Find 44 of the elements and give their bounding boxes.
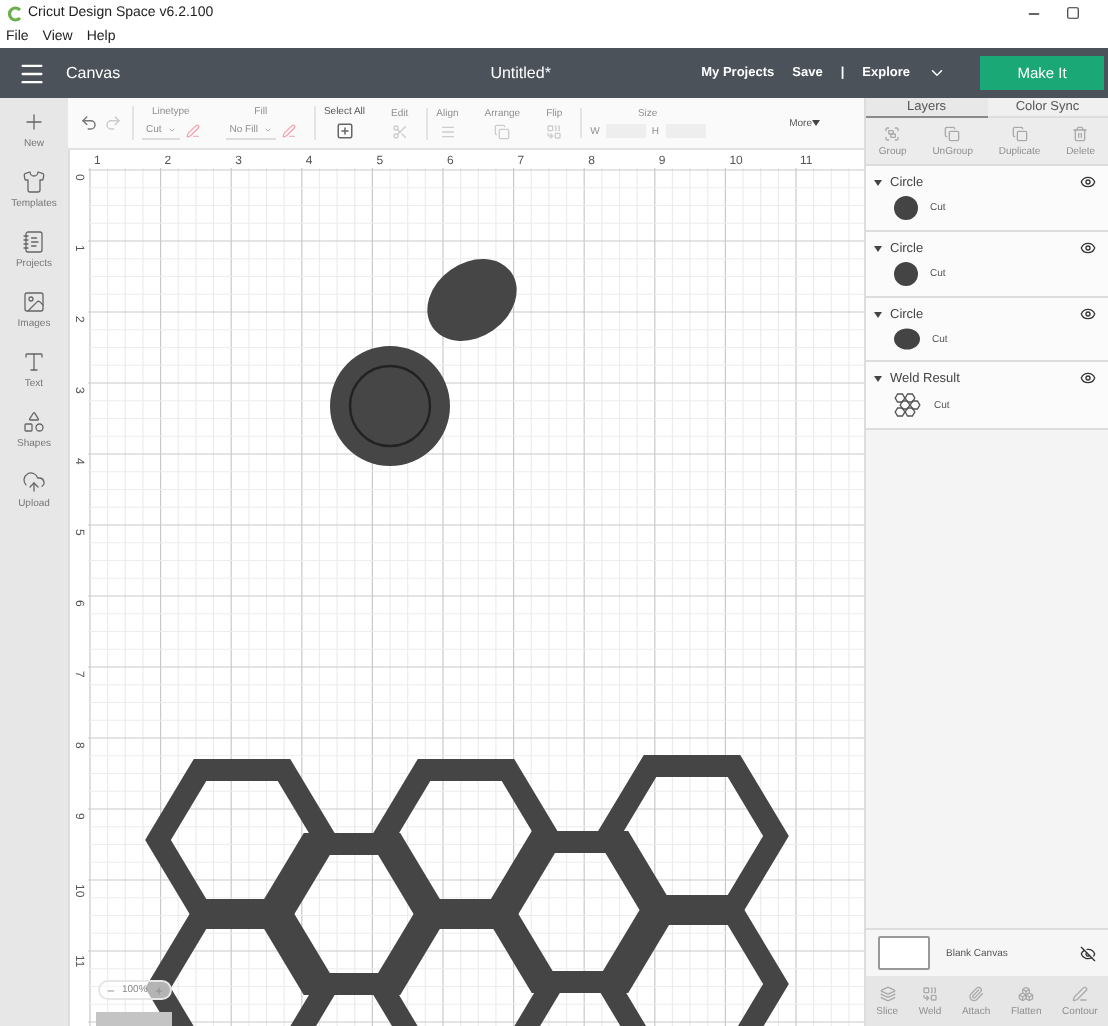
action-icon xyxy=(879,985,896,1001)
action-icon xyxy=(1072,125,1089,141)
menu-icon[interactable] xyxy=(18,59,46,87)
action-icon xyxy=(1071,985,1088,1001)
image-icon xyxy=(22,290,46,314)
document-title: Untitled* xyxy=(490,64,551,82)
eye-icon[interactable] xyxy=(1080,306,1096,322)
action-icon xyxy=(1011,125,1028,141)
eye-icon[interactable] xyxy=(1080,240,1096,256)
caret-icon xyxy=(812,120,820,126)
action-icon xyxy=(884,125,901,141)
action-icon xyxy=(944,125,961,141)
shapes-icon xyxy=(22,410,46,434)
section-title: Canvas xyxy=(66,64,121,82)
pen-icon xyxy=(281,124,296,138)
pen-icon xyxy=(185,124,200,138)
app-logo-icon xyxy=(8,5,22,21)
caret-icon[interactable] xyxy=(874,311,882,317)
shirt-icon xyxy=(21,170,46,194)
hexagon-thumbnail xyxy=(894,392,922,418)
caret-icon[interactable] xyxy=(874,179,882,185)
text-icon xyxy=(22,350,46,374)
blank-canvas-swatch[interactable] xyxy=(878,936,930,970)
action-icon xyxy=(968,985,985,1001)
caret-icon[interactable] xyxy=(874,245,882,251)
select-all-icon[interactable] xyxy=(335,122,354,140)
ellipse-thumbnail xyxy=(894,328,920,350)
upload-icon xyxy=(21,470,46,494)
ellipse-shape[interactable] xyxy=(427,259,517,341)
action-icon xyxy=(921,985,938,1001)
eye-icon[interactable] xyxy=(1080,174,1096,190)
circle-thumbnail xyxy=(894,262,918,286)
hexagon-pattern[interactable] xyxy=(145,755,789,1026)
caret-icon[interactable] xyxy=(874,375,882,381)
action-icon xyxy=(1018,985,1035,1001)
eye-off-icon[interactable] xyxy=(1080,945,1096,961)
eye-icon[interactable] xyxy=(1080,370,1096,386)
undo-icon[interactable] xyxy=(80,114,98,132)
notebook-icon xyxy=(22,230,46,254)
circle-shape[interactable] xyxy=(330,346,450,466)
chevron-down-icon[interactable] xyxy=(928,64,946,82)
maximize-icon[interactable] xyxy=(1066,5,1080,19)
circle-thumbnail xyxy=(894,196,918,220)
scrollbar-thumb[interactable] xyxy=(96,1012,172,1026)
